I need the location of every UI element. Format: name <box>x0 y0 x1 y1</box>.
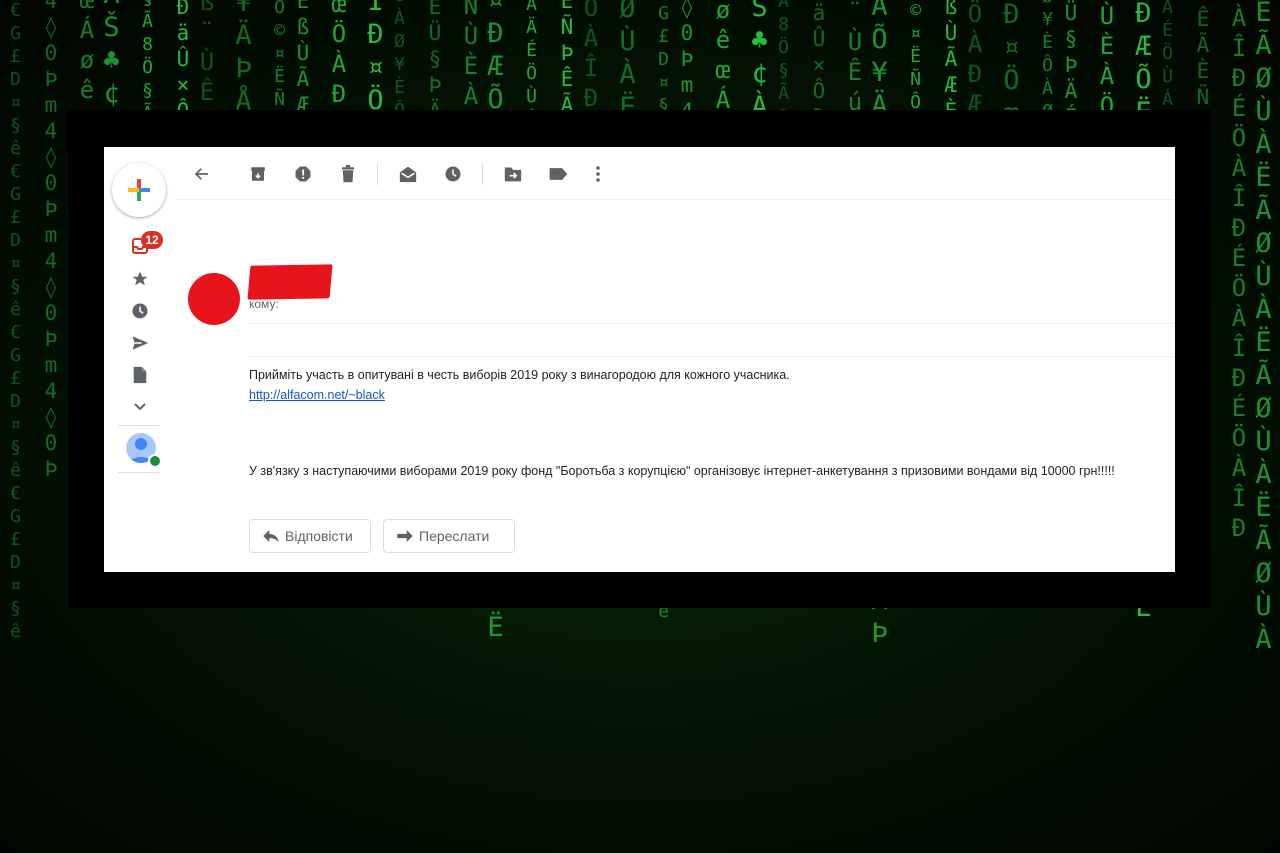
toolbar-divider <box>377 163 378 185</box>
message-line-2: У зв'язку з наступаючими виборами 2019 р… <box>249 464 1115 478</box>
matrix-glyph-column: m4◊0Þm4◊0Þm4◊0Þm4◊0Þ <box>39 0 63 483</box>
reply-label: Відповісти <box>285 528 353 544</box>
report-spam-icon[interactable] <box>293 164 313 184</box>
recipient-label: кому: <box>249 297 279 311</box>
archive-icon[interactable] <box>248 164 268 184</box>
matrix-glyph-column: ËÃØÙÀËÃØÙÀËÃØÙÀËÃØÙÀ <box>1248 0 1279 657</box>
star-icon[interactable] <box>130 269 150 289</box>
email-window: 12 кому: Прийміть участь в опитувані в ч… <box>104 147 1175 572</box>
compose-icon <box>128 179 150 201</box>
message-link-row: http://alfacom.net/~black <box>249 388 385 402</box>
forward-button[interactable]: Переслати <box>383 519 515 553</box>
sender-avatar-redacted <box>188 273 240 325</box>
toolbar-divider <box>482 163 483 185</box>
phishing-link[interactable]: http://alfacom.net/~black <box>249 388 385 402</box>
nav-divider <box>118 472 160 473</box>
unread-count-badge: 12 <box>141 231 163 249</box>
matrix-glyph-column: €G£D¤§ê€G£D¤§ê€G£D¤§ê€G£D¤§ê <box>5 0 26 644</box>
back-icon[interactable] <box>192 164 212 184</box>
reply-icon <box>263 530 279 542</box>
header-divider <box>249 356 1175 357</box>
draft-icon[interactable] <box>130 365 150 385</box>
chevron-down-icon[interactable] <box>130 397 150 417</box>
delete-icon[interactable] <box>338 164 358 184</box>
forward-label: Переслати <box>419 528 490 544</box>
reply-button[interactable]: Відповісти <box>249 519 371 553</box>
send-icon[interactable] <box>130 333 150 353</box>
more-icon[interactable] <box>588 164 608 184</box>
mark-unread-icon[interactable] <box>398 164 418 184</box>
message-line-1: Прийміть участь в опитувані в честь вибо… <box>249 368 790 382</box>
online-status-dot <box>148 454 162 468</box>
clock-icon[interactable] <box>130 301 150 321</box>
sender-name-redacted <box>247 264 333 300</box>
nav-divider <box>118 425 160 426</box>
forward-icon <box>397 530 413 542</box>
compose-button[interactable] <box>112 163 166 217</box>
header-divider <box>249 323 1175 324</box>
move-to-icon[interactable] <box>503 164 523 184</box>
message-toolbar <box>176 147 1175 200</box>
label-icon[interactable] <box>548 164 568 184</box>
snooze-icon[interactable] <box>443 164 463 184</box>
